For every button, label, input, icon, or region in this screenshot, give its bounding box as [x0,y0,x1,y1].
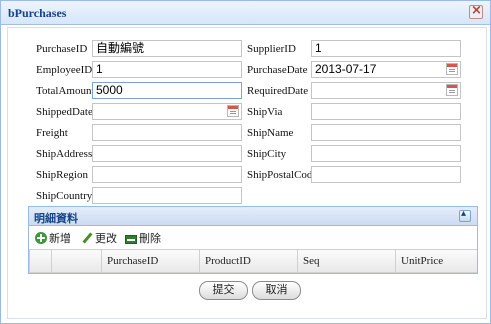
required-date-label: RequiredDate [247,85,309,97]
dialog-body: PurchaseID 自動編號 SupplierID 1 EmployeeID … [7,27,487,319]
pencil-icon [81,232,93,244]
cancel-button[interactable]: 取消 [252,281,301,300]
purchase-id-field[interactable]: 自動編號 [92,40,242,57]
purchase-date-field[interactable]: 2013-07-17 [311,61,461,78]
detail-toolbar: 新增 更改 刪除 [29,226,477,248]
column-header[interactable]: Seq [297,250,395,272]
ship-city-field[interactable] [311,145,461,162]
ship-country-field[interactable] [92,187,242,204]
add-label: 新增 [49,233,71,245]
ship-country-label: ShipCountry [36,190,93,202]
dialog-titlebar: bPurchases × [1,1,490,25]
detail-panel: 明細資料 ▴ 新增 更改 刪除 PurchaseID ProductID Seq… [28,206,478,274]
column-header[interactable]: ProductID [199,250,297,272]
total-amount-label: TotalAmount [36,85,95,97]
add-button[interactable]: 新增 [35,230,71,246]
detail-panel-header: 明細資料 ▴ [29,207,477,226]
ship-address-label: ShipAddress [36,148,93,160]
edit-button[interactable]: 更改 [81,230,117,246]
ship-postal-code-field[interactable] [311,166,461,183]
detail-panel-title: 明細資料 [34,213,78,225]
employee-id-field[interactable]: 1 [92,61,242,78]
delete-label: 刪除 [139,233,161,245]
delete-button[interactable]: 刪除 [125,230,161,246]
purchase-date-value: 2013-07-17 [315,62,377,76]
close-button[interactable]: × [469,3,483,19]
ship-name-field[interactable] [311,124,461,141]
calendar-icon[interactable] [227,105,239,117]
ship-postal-code-label: ShipPostalCode [247,169,318,181]
edit-label: 更改 [95,233,117,245]
shipped-date-label: ShippedDate [36,106,93,118]
ship-via-field[interactable] [311,103,461,120]
freight-field[interactable] [92,124,242,141]
row-number-column-header [29,250,51,272]
ship-address-field[interactable] [92,145,242,162]
purchase-id-label: PurchaseID [36,43,88,55]
collapse-button[interactable]: ▴ [459,208,471,222]
purchase-date-label: PurchaseDate [247,64,308,76]
shipped-date-field[interactable] [92,103,242,120]
calendar-icon[interactable] [446,84,458,96]
column-header[interactable]: UnitPrice [395,250,477,272]
detail-grid-header: PurchaseID ProductID Seq UnitPrice [29,249,477,273]
supplier-id-label: SupplierID [247,43,296,55]
ship-region-field[interactable] [92,166,242,183]
ship-name-label: ShipName [247,127,294,139]
ship-region-label: ShipRegion [36,169,88,181]
column-header[interactable]: PurchaseID [101,250,199,272]
close-icon: × [471,3,482,18]
delete-icon [125,235,137,244]
total-amount-field[interactable]: 5000 [92,82,242,99]
collapse-icon: ▴ [461,208,467,219]
submit-button[interactable]: 提交 [199,281,248,300]
supplier-id-field[interactable]: 1 [311,40,461,57]
dialog-title: bPurchases [8,6,67,20]
employee-id-label: EmployeeID [36,64,93,76]
calendar-icon[interactable] [446,63,458,75]
required-date-field[interactable] [311,82,461,99]
ship-via-label: ShipVia [247,106,283,118]
freight-label: Freight [36,127,68,139]
ship-city-label: ShipCity [247,148,287,160]
add-icon [35,232,47,244]
checkbox-column-header[interactable] [51,250,101,272]
purchases-dialog: bPurchases × PurchaseID 自動編號 SupplierID … [0,0,491,324]
